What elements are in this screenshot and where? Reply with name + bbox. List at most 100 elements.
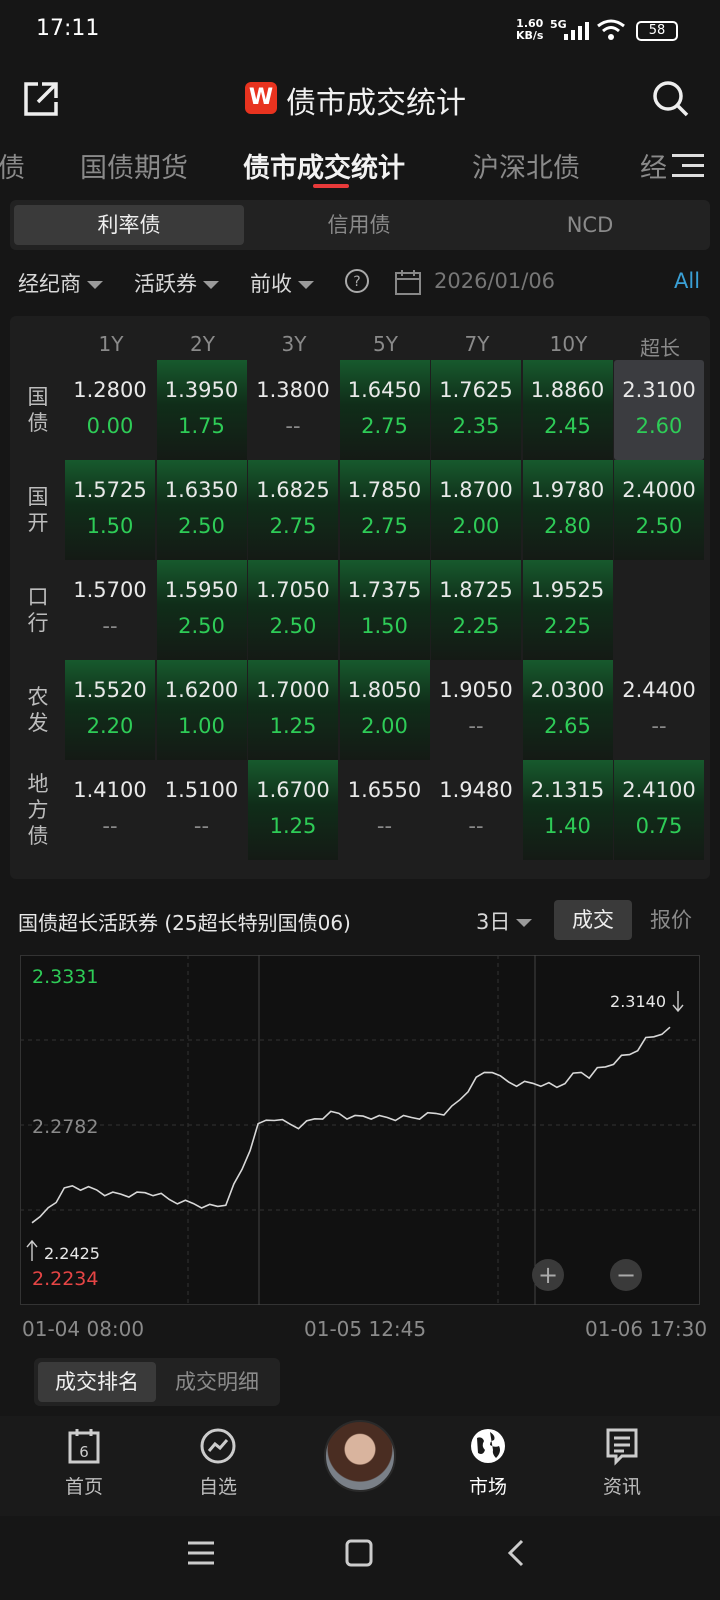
segment-credit-bond[interactable]: 信用债 — [244, 205, 474, 245]
yield-cell[interactable]: 1.6825 2.75 — [248, 460, 338, 560]
calendar-icon: 6 — [68, 1429, 100, 1464]
yield-cell[interactable]: 2.4400 -- — [614, 660, 704, 760]
app-header: W 债市成交统计 — [0, 60, 720, 136]
yield-cell[interactable]: 1.7050 2.50 — [248, 560, 338, 660]
tab-trade-detail[interactable]: 成交明细 — [158, 1362, 276, 1402]
yield-cell[interactable] — [614, 560, 704, 660]
period-dropdown[interactable]: 3日 — [476, 906, 533, 936]
yield-cell[interactable]: 1.5100 -- — [157, 760, 247, 860]
yield-cell[interactable]: 1.9480 -- — [431, 760, 521, 860]
broker-dropdown[interactable]: 经纪商 — [18, 268, 103, 298]
yield-change: 2.25 — [544, 614, 591, 638]
yield-cell[interactable]: 2.3100 2.60 — [614, 360, 704, 460]
app-logo: W — [245, 82, 277, 114]
deal-toggle[interactable]: 成交 — [554, 900, 632, 940]
yield-change: 1.40 — [544, 814, 591, 838]
yield-cell[interactable]: 1.5700 -- — [65, 560, 155, 660]
share-icon[interactable] — [22, 80, 60, 118]
row-header: 口 行 — [27, 585, 49, 635]
yield-cell[interactable]: 1.4100 -- — [65, 760, 155, 860]
yield-cell[interactable]: 1.8860 2.45 — [522, 360, 613, 460]
yield-change: 2.65 — [544, 714, 591, 738]
yield-cell[interactable]: 1.5950 2.50 — [156, 560, 247, 660]
tab-bond-trade-stats[interactable]: 债市成交统计 — [243, 146, 405, 185]
yield-cell[interactable]: 1.6450 2.75 — [339, 360, 430, 460]
yield-cell[interactable]: 1.7375 1.50 — [339, 560, 430, 660]
tab-trade-ranking[interactable]: 成交排名 — [38, 1362, 156, 1402]
yield-cell[interactable]: 1.6350 2.50 — [156, 460, 247, 560]
yield-cell[interactable]: 1.3950 1.75 — [156, 360, 247, 460]
nav-watchlist[interactable]: 自选 — [168, 1416, 268, 1499]
yield-cell[interactable]: 1.7000 1.25 — [248, 660, 338, 760]
yield-value: 1.2800 — [73, 378, 147, 402]
battery-icon: 58 — [636, 21, 678, 41]
yield-change: 2.80 — [544, 514, 591, 538]
yield-change: 2.50 — [635, 514, 683, 538]
yield-cell[interactable]: 1.6700 1.25 — [248, 760, 338, 860]
home-button-icon[interactable] — [344, 1538, 374, 1568]
active-tab-indicator — [313, 184, 349, 188]
start-price-label: 2.2425 — [44, 1244, 100, 1263]
yield-cell[interactable]: 2.1315 1.40 — [522, 760, 613, 860]
yield-cell[interactable]: 1.5520 2.20 — [65, 660, 155, 760]
yield-value: 2.4100 — [622, 778, 696, 802]
column-header: 超长 — [640, 336, 680, 360]
active-bond-dropdown[interactable]: 活跃券 — [134, 268, 219, 298]
yield-change: 1.25 — [269, 714, 317, 738]
yield-cell[interactable]: 1.7625 2.35 — [431, 360, 521, 460]
yield-value: 1.5700 — [73, 578, 147, 602]
tab-treasury-futures[interactable]: 国债期货 — [80, 146, 188, 185]
yield-value: 1.9480 — [439, 778, 513, 802]
nav-news[interactable]: 资讯 — [572, 1416, 672, 1499]
yield-cell[interactable]: 1.6200 1.00 — [156, 660, 247, 760]
all-link[interactable]: All — [674, 269, 700, 293]
calendar-icon[interactable] — [394, 268, 422, 296]
yield-change: 2.35 — [452, 414, 500, 438]
yield-change: -- — [193, 814, 210, 838]
yield-value: 1.3800 — [256, 378, 330, 402]
y-min-label: 2.2234 — [32, 1268, 98, 1290]
yield-cell[interactable]: 1.7850 2.75 — [339, 460, 430, 560]
y-max-label: 2.3331 — [32, 966, 98, 988]
yield-cell[interactable]: 2.4000 2.50 — [614, 460, 704, 560]
recent-apps-icon[interactable] — [186, 1538, 216, 1568]
prev-close-dropdown[interactable]: 前收 — [250, 268, 314, 298]
filter-row: 经纪商 活跃券 前收 ? 2026/01/06 All — [0, 262, 720, 306]
yield-cell[interactable]: 1.8700 2.00 — [431, 460, 521, 560]
price-chart[interactable]: 2.3331 2.2782 2.2234 2.2425 2.3140 + − — [20, 955, 700, 1305]
network-speed: 1.60 KB/s — [516, 17, 544, 42]
zoom-in-label: + — [538, 1261, 558, 1289]
nav-home[interactable]: 6 首页 — [34, 1416, 134, 1499]
menu-icon[interactable] — [672, 152, 704, 180]
yield-cell[interactable]: 2.4100 0.75 — [614, 760, 704, 860]
system-nav-bar — [0, 1516, 720, 1600]
nav-market[interactable]: 市场 — [438, 1416, 538, 1499]
back-icon[interactable] — [502, 1538, 532, 1568]
yield-cell[interactable]: 1.8050 2.00 — [339, 660, 430, 760]
yield-cell[interactable]: 2.0300 2.65 — [522, 660, 613, 760]
yield-cell[interactable]: 1.5725 1.50 — [65, 460, 155, 560]
yield-cell[interactable]: 1.9525 2.25 — [522, 560, 613, 660]
help-icon[interactable]: ? — [344, 268, 370, 294]
tab-exchange-bonds[interactable]: 沪深北债 — [472, 146, 580, 185]
quote-toggle[interactable]: 报价 — [632, 900, 710, 940]
tab-partial-left[interactable]: 债 — [0, 146, 25, 185]
segment-rate-bond[interactable]: 利率债 — [14, 205, 244, 245]
yield-change: -- — [285, 414, 301, 438]
segment-ncd[interactable]: NCD — [474, 205, 706, 245]
yield-value: 1.9050 — [439, 678, 513, 702]
search-icon[interactable] — [650, 78, 690, 118]
date-picker-value[interactable]: 2026/01/06 — [434, 269, 555, 293]
yield-cell[interactable]: 1.3800 -- — [248, 360, 338, 460]
yield-value: 2.1315 — [530, 778, 605, 802]
yield-cell[interactable]: 1.9780 2.80 — [522, 460, 613, 560]
assistant-avatar[interactable] — [324, 1420, 396, 1492]
yield-cell[interactable]: 1.8725 2.25 — [431, 560, 521, 660]
tab-partial-right[interactable]: 经 — [640, 146, 667, 185]
yield-cell[interactable]: 1.2800 0.00 — [65, 360, 155, 460]
yield-cell[interactable]: 1.6550 -- — [340, 760, 430, 860]
chart-frame — [20, 955, 700, 1305]
chevron-down-icon — [516, 919, 533, 927]
yield-value: 2.4000 — [622, 478, 696, 502]
yield-cell[interactable]: 1.9050 -- — [431, 660, 521, 760]
